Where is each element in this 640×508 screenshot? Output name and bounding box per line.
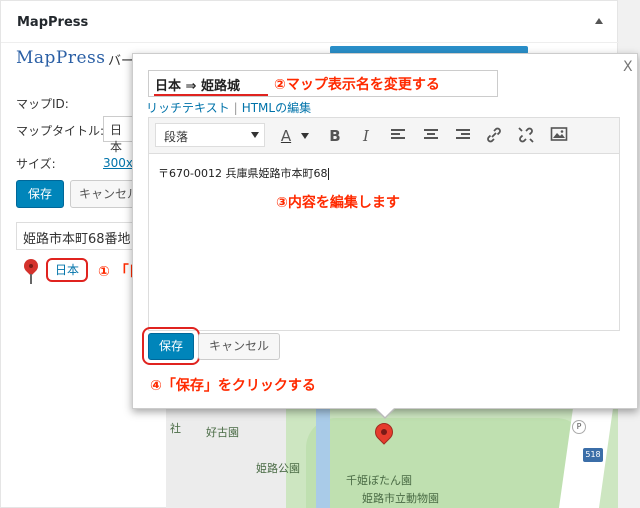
- map-urban-area: [166, 408, 286, 508]
- map-canvas[interactable]: 社 好古園 姫路公園 千姫ぼたん園 姫路市立動物園 518 P: [166, 408, 618, 508]
- map-id-label: マップID:: [16, 97, 69, 111]
- size-label: サイズ:: [16, 157, 56, 171]
- poi-title-value: 日本 ⇒ 姫路城: [155, 79, 240, 94]
- route-shield: 518: [583, 448, 603, 462]
- editor-text: 〒670-0012 兵庫県姫路市本町68: [158, 167, 328, 180]
- cancel-button[interactable]: キャンセル: [70, 180, 140, 208]
- panel-header: MapPress: [1, 1, 619, 43]
- annotation-step2: ②マップ表示名を変更する: [274, 77, 440, 93]
- map-label-e: 姫路市立動物園: [362, 492, 439, 505]
- text-color-chevron-icon[interactable]: [301, 133, 309, 139]
- collapse-icon[interactable]: [595, 18, 603, 24]
- map-marker-tail: [30, 274, 32, 284]
- editor-tabs: リッチテキスト | HTMLの編集: [146, 99, 311, 116]
- map-label-c: 姫路公園: [256, 462, 300, 475]
- map-label-a: 社: [170, 422, 181, 435]
- editor-content: 〒670-0012 兵庫県姫路市本町68: [158, 165, 330, 181]
- tab-html[interactable]: HTMLの編集: [242, 101, 311, 115]
- parking-icon: P: [572, 420, 586, 434]
- align-left-icon[interactable]: [391, 129, 405, 141]
- dialog-cancel-button[interactable]: キャンセル: [198, 333, 280, 360]
- chevron-down-icon: [251, 132, 259, 138]
- align-right-icon[interactable]: [456, 129, 470, 141]
- map-moat: [316, 408, 330, 508]
- size-link[interactable]: 300x: [103, 156, 133, 170]
- unlink-icon[interactable]: [516, 126, 536, 146]
- text-color-icon[interactable]: A: [276, 126, 296, 146]
- save-button[interactable]: 保存: [16, 180, 64, 208]
- link-icon[interactable]: [484, 126, 504, 146]
- align-center-icon[interactable]: [424, 129, 438, 141]
- mappress-logo: MapPress: [16, 48, 106, 68]
- dialog-arrow: [376, 408, 394, 417]
- title-underline: [154, 94, 268, 96]
- map-marker-dot: [29, 264, 33, 268]
- map-label-d: 千姫ぼたん園: [346, 474, 412, 487]
- tab-rich-text[interactable]: リッチテキスト: [146, 101, 230, 115]
- tab-separator: |: [233, 101, 238, 115]
- address-input[interactable]: 姫路市本町68番地: [16, 222, 146, 250]
- panel-title: MapPress: [17, 15, 89, 30]
- close-icon[interactable]: X: [623, 59, 633, 75]
- poi-link[interactable]: 日本: [46, 258, 88, 282]
- map-label-b: 好古園: [206, 426, 239, 439]
- map-park-area: [306, 418, 586, 508]
- annotation-step4: ④「保存」をクリックする: [150, 378, 316, 394]
- logo-suffix: バー: [108, 54, 135, 69]
- dialog-save-button[interactable]: 保存: [148, 333, 194, 360]
- annotation-step3: ③内容を編集します: [276, 195, 400, 211]
- italic-icon[interactable]: I: [356, 126, 376, 146]
- bold-icon[interactable]: B: [325, 126, 345, 146]
- format-select[interactable]: 段落: [155, 123, 265, 147]
- text-caret: [328, 168, 330, 180]
- image-icon[interactable]: [549, 126, 569, 146]
- map-title-label: マップタイトル:: [16, 124, 105, 138]
- map-pin-dot: [381, 429, 387, 435]
